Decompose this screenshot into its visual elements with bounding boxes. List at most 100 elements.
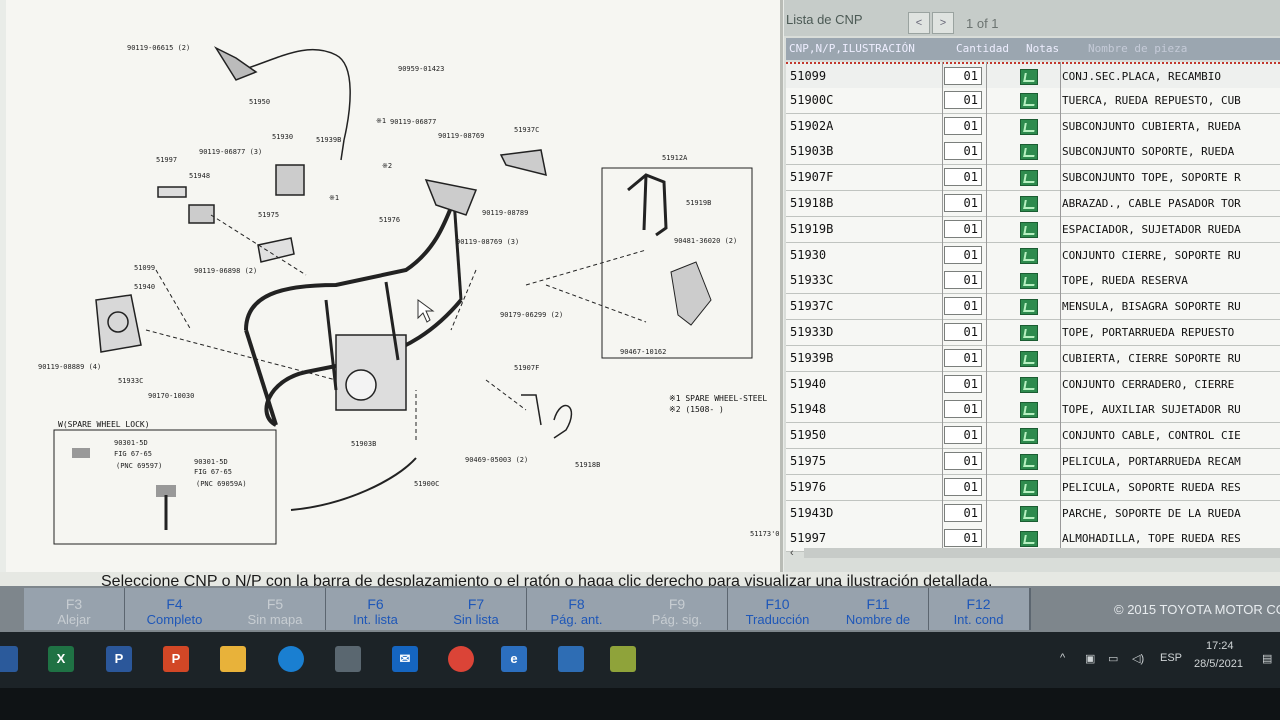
language-indicator[interactable]: ESP (1160, 652, 1182, 664)
table-row[interactable]: 51937C 01 MENSULA, BISAGRA SOPORTE RU (786, 294, 1280, 321)
quantity-field[interactable]: 01 (944, 374, 982, 393)
note-icon[interactable] (1020, 376, 1038, 393)
cnp-cell: 51902A (790, 118, 834, 133)
quantity-field[interactable]: 01 (944, 194, 982, 212)
column-header-cnp[interactable]: CNP,N/P,ILUSTRACIÓN (789, 42, 915, 55)
table-row[interactable]: 51933D 01 TOPE, PORTARRUEDA REPUESTO (786, 320, 1280, 346)
quantity-field[interactable]: 01 (944, 426, 982, 445)
quantity-field[interactable]: 01 (944, 90, 982, 109)
cnp-cell: 51907F (790, 170, 834, 185)
table-row[interactable]: 51930 01 CONJUNTO CIERRE, SOPORTE RU (786, 242, 1280, 269)
function-key-f5[interactable]: F5 Sin mapa (225, 588, 327, 630)
quantity-field[interactable]: 01 (944, 400, 982, 419)
internet-explorer-icon[interactable]: e (501, 646, 527, 672)
quantity-field[interactable]: 01 (944, 477, 982, 496)
prev-page-button[interactable]: < (908, 12, 930, 34)
note-icon[interactable] (1020, 402, 1038, 419)
network-icon[interactable]: ▣ (1085, 652, 1095, 665)
quantity-field[interactable]: 01 (944, 116, 982, 135)
excel-icon[interactable]: X (48, 646, 74, 672)
parts-illustration[interactable]: 90119-06615 (2) 90959-01423 51950 90119-… (6, 0, 783, 572)
quantity-field[interactable]: 01 (944, 297, 982, 316)
note-icon[interactable] (1020, 118, 1038, 135)
function-key-f8[interactable]: F8 Pág. ant. (526, 588, 629, 630)
start-icon[interactable] (0, 646, 18, 672)
function-key-f12[interactable]: F12 Int. cond (928, 588, 1031, 630)
note-icon[interactable] (1020, 247, 1038, 264)
note-icon[interactable] (1020, 350, 1038, 367)
table-row[interactable]: 51902A 01 SUBCONJUNTO CUBIERTA, RUEDA (786, 113, 1280, 140)
clock-date[interactable]: 28/5/2021 (1194, 658, 1243, 670)
note-icon[interactable] (1020, 196, 1038, 212)
table-row[interactable]: 51943D 01 PARCHE, SOPORTE DE LA RUEDA (786, 500, 1280, 527)
function-key-f10[interactable]: F10 Traducción (727, 588, 830, 630)
function-key-f4[interactable]: F4 Completo (124, 588, 227, 630)
table-row[interactable]: 51940 01 CONJUNTO CERRADERO, CIERRE (786, 371, 1280, 398)
quantity-field[interactable]: 01 (944, 323, 982, 341)
table-row[interactable]: 51933C 01 TOPE, RUEDA RESERVA (786, 268, 1280, 295)
function-key-f6[interactable]: F6 Int. lista (325, 588, 428, 630)
note-icon[interactable] (1020, 505, 1038, 522)
table-row[interactable]: 51976 01 PELICULA, SOPORTE RUEDA RES (786, 474, 1280, 501)
note-icon[interactable] (1020, 454, 1038, 470)
mail-icon[interactable]: ✉ (392, 646, 418, 672)
function-key-f11[interactable]: F11 Nombre de (828, 588, 930, 630)
display-icon[interactable]: ▭ (1108, 652, 1118, 665)
volume-icon[interactable]: ◁) (1132, 652, 1144, 665)
horizontal-scrollbar[interactable]: ‹ (790, 547, 1280, 559)
table-row[interactable]: 51900C 01 TUERCA, RUEDA REPUESTO, CUB (786, 87, 1280, 114)
quantity-field[interactable]: 01 (944, 348, 982, 367)
note-icon[interactable] (1020, 144, 1038, 161)
function-key-code: F6 (367, 596, 384, 612)
note-icon[interactable] (1020, 170, 1038, 187)
quantity-field[interactable]: 01 (944, 452, 982, 470)
column-header-quantity[interactable]: Cantidad (956, 42, 1009, 55)
cnp-cell: 51975 (790, 454, 827, 468)
table-row[interactable]: 51099 01 CONJ.SEC.PLACA, RECAMBIO (786, 62, 1280, 91)
note-icon[interactable] (1020, 325, 1038, 341)
note-icon[interactable] (1020, 221, 1038, 238)
quantity-field[interactable]: 01 (944, 245, 982, 264)
note-icon[interactable] (1020, 273, 1038, 290)
table-row[interactable]: 51918B 01 ABRAZAD., CABLE PASADOR TOR (786, 191, 1280, 217)
function-key-label: Pág. ant. (550, 612, 603, 627)
quantity-field[interactable]: 01 (944, 168, 982, 187)
edge-icon[interactable] (278, 646, 304, 672)
note-icon[interactable] (1020, 531, 1038, 548)
table-row[interactable]: 51907F 01 SUBCONJUNTO TOPE, SOPORTE R (786, 165, 1280, 192)
scroll-left-icon[interactable]: ‹ (790, 547, 794, 559)
table-row[interactable]: 51950 01 CONJUNTO CABLE, CONTROL CIE (786, 423, 1280, 450)
notifications-icon[interactable]: ▤ (1262, 652, 1272, 665)
store-icon[interactable] (335, 646, 361, 672)
function-key-f9[interactable]: F9 Pág. sig. (627, 588, 729, 630)
app-icon[interactable] (610, 646, 636, 672)
file-explorer-icon[interactable] (220, 646, 246, 672)
chrome-icon[interactable] (448, 646, 474, 672)
table-row[interactable]: 51975 01 PELICULA, PORTARRUEDA RECAM (786, 449, 1280, 475)
function-key-f3[interactable]: F3 Alejar (24, 588, 126, 630)
note-icon[interactable] (1020, 69, 1038, 85)
function-key-f7[interactable]: F7 Sin lista (426, 588, 528, 630)
note-icon[interactable] (1020, 479, 1038, 496)
powerpoint-icon[interactable]: P (163, 646, 189, 672)
note-icon[interactable] (1020, 92, 1038, 109)
next-page-button[interactable]: > (932, 12, 954, 34)
column-header-notes[interactable]: Notas (1026, 42, 1059, 55)
table-row[interactable]: 51903B 01 SUBCONJUNTO SOPORTE, RUEDA (786, 139, 1280, 166)
clock-time[interactable]: 17:24 (1206, 640, 1234, 652)
table-row[interactable]: 51939B 01 CUBIERTA, CIERRE SOPORTE RU (786, 345, 1280, 372)
publisher-icon[interactable]: P (106, 646, 132, 672)
quantity-field[interactable]: 01 (944, 529, 982, 548)
column-header-part-name[interactable]: Nombre de pieza (1088, 42, 1187, 55)
table-row[interactable]: 51919B 01 ESPACIADOR, SUJETADOR RUEDA (786, 216, 1280, 243)
quantity-field[interactable]: 01 (944, 142, 982, 161)
note-icon[interactable] (1020, 299, 1038, 316)
quantity-field[interactable]: 01 (944, 503, 982, 522)
table-row[interactable]: 51948 01 TOPE, AUXILIAR SUJETADOR RU (786, 397, 1280, 424)
calculator-icon[interactable] (558, 646, 584, 672)
chevron-up-icon[interactable]: ^ (1060, 652, 1065, 664)
quantity-field[interactable]: 01 (944, 67, 982, 85)
quantity-field[interactable]: 01 (944, 271, 982, 290)
note-icon[interactable] (1020, 428, 1038, 445)
quantity-field[interactable]: 01 (944, 219, 982, 238)
